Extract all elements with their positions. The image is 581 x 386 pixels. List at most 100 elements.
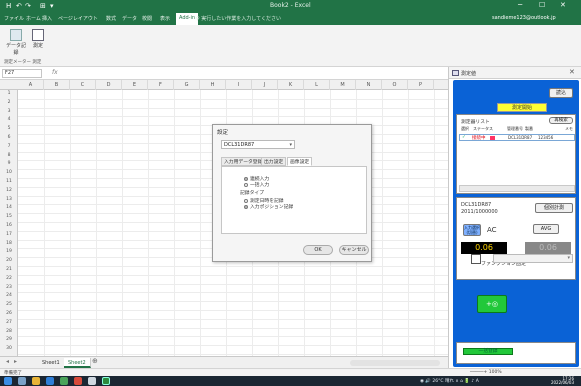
tab-file[interactable]: ファイル: [4, 15, 24, 22]
tell-me-search[interactable]: ♀ 実行したい作業を入力してください: [196, 15, 281, 22]
row-header-29[interactable]: 29: [0, 337, 18, 342]
start-measure-button[interactable]: 測定開始: [497, 103, 547, 112]
data-record-button[interactable]: データ記録: [6, 27, 26, 56]
row-header-10[interactable]: 10: [0, 170, 18, 175]
sheet-horizontal-scrollbar[interactable]: [350, 360, 440, 366]
minimize-button[interactable]: ─: [518, 1, 522, 9]
column-header-p[interactable]: P: [408, 80, 434, 90]
excel-taskbar-icon[interactable]: [102, 377, 110, 385]
row-header-25[interactable]: 25: [0, 302, 18, 307]
column-header-l[interactable]: L: [304, 80, 330, 90]
explorer-icon[interactable]: [32, 377, 40, 385]
row-header-1[interactable]: 1: [0, 91, 18, 96]
column-header-h[interactable]: H: [200, 80, 226, 90]
row-header-28[interactable]: 28: [0, 329, 18, 334]
prev-sheet-icon[interactable]: ◂: [6, 358, 9, 365]
row-header-4[interactable]: 4: [0, 117, 18, 122]
tab-image-settings[interactable]: 画像設定: [287, 157, 313, 166]
column-header-d[interactable]: D: [96, 80, 122, 90]
function-select[interactable]: ▾: [493, 254, 573, 263]
measure-button[interactable]: 測定: [28, 27, 48, 55]
tab-output-settings[interactable]: 出力設定: [261, 157, 287, 166]
row-header-23[interactable]: 23: [0, 285, 18, 290]
row-header-7[interactable]: 7: [0, 144, 18, 149]
row-header-3[interactable]: 3: [0, 109, 18, 114]
fx-icon[interactable]: fx: [52, 69, 58, 76]
column-header-i[interactable]: I: [226, 80, 252, 90]
row-header-2[interactable]: 2: [0, 100, 18, 105]
store-icon[interactable]: [60, 377, 68, 385]
app-icon[interactable]: [88, 377, 96, 385]
row-header-26[interactable]: 26: [0, 311, 18, 316]
maximize-button[interactable]: ☐: [539, 1, 545, 9]
edge-icon[interactable]: [46, 377, 54, 385]
row-header-14[interactable]: 14: [0, 205, 18, 210]
save-icon[interactable]: H: [6, 2, 11, 10]
table-row[interactable]: ✓ 接続中 DCL31DR87 123456: [459, 134, 575, 141]
checkbox-icon[interactable]: ✓: [462, 135, 466, 140]
row-header-17[interactable]: 17: [0, 232, 18, 237]
load-button[interactable]: 読込: [549, 88, 573, 98]
tab-data[interactable]: データ: [122, 15, 137, 22]
customize-dropdown-icon[interactable]: ▾: [50, 2, 54, 10]
row-header-22[interactable]: 22: [0, 276, 18, 281]
row-header-8[interactable]: 8: [0, 153, 18, 158]
tab-view[interactable]: 表示: [160, 15, 170, 22]
close-icon[interactable]: ✕: [569, 68, 575, 76]
close-button[interactable]: ✕: [560, 1, 566, 9]
option-batch[interactable]: 一括入力: [244, 181, 269, 188]
undo-icon[interactable]: ↶: [16, 2, 22, 10]
column-header-j[interactable]: J: [252, 80, 278, 90]
zoom-slider[interactable]: ─────+ 100%: [470, 370, 502, 375]
tab-review[interactable]: 校閲: [142, 15, 152, 22]
column-header-f[interactable]: F: [148, 80, 174, 90]
row-header-15[interactable]: 15: [0, 214, 18, 219]
row-header-11[interactable]: 11: [0, 179, 18, 184]
add-sheet-icon[interactable]: ⊕: [92, 357, 98, 365]
tab-page-layout[interactable]: ページレイアウト: [58, 15, 98, 22]
column-header-n[interactable]: N: [356, 80, 382, 90]
column-header-g[interactable]: G: [174, 80, 200, 90]
row-header-5[interactable]: 5: [0, 126, 18, 131]
system-tray[interactable]: ◉ 🔊 26°C 晴れ ∧ ⌂ 🔋 ♪ A: [420, 378, 479, 384]
function-fixed-checkbox[interactable]: [471, 254, 481, 264]
option-record-position[interactable]: 入力ポジション記録: [244, 203, 293, 210]
device-select[interactable]: DCL31DR87 ▾: [221, 140, 295, 149]
horizontal-scrollbar[interactable]: [459, 185, 575, 192]
batch-register-button[interactable]: 一括登録: [463, 348, 513, 355]
search-icon[interactable]: [18, 377, 26, 385]
column-header-k[interactable]: K: [278, 80, 304, 90]
column-header-c[interactable]: C: [70, 80, 96, 90]
ok-button[interactable]: OK: [303, 245, 333, 255]
row-header-13[interactable]: 13: [0, 197, 18, 202]
redo-icon[interactable]: ↷: [25, 2, 31, 10]
tab-insert[interactable]: 挿入: [42, 15, 52, 22]
column-header-b[interactable]: B: [44, 80, 70, 90]
column-header-a[interactable]: A: [18, 80, 44, 90]
tab-formulas[interactable]: 数式: [106, 15, 116, 22]
tab-home[interactable]: ホーム: [26, 15, 41, 22]
row-header-12[interactable]: 12: [0, 188, 18, 193]
row-header-30[interactable]: 30: [0, 346, 18, 351]
account-name[interactable]: sandieme123@outlook.jp: [492, 15, 556, 21]
start-icon[interactable]: [4, 377, 12, 385]
row-header-18[interactable]: 18: [0, 241, 18, 246]
row-header-21[interactable]: 21: [0, 267, 18, 272]
row-header-24[interactable]: 24: [0, 293, 18, 298]
add-button[interactable]: +◎: [477, 295, 507, 313]
row-header-20[interactable]: 20: [0, 258, 18, 263]
mail-icon[interactable]: [74, 377, 82, 385]
row-header-27[interactable]: 27: [0, 320, 18, 325]
name-box[interactable]: F27: [2, 69, 42, 78]
mode-toggle-button[interactable]: 入力選択 (切替): [463, 224, 481, 236]
individual-measure-button[interactable]: 個別計測: [535, 203, 573, 213]
row-header-19[interactable]: 19: [0, 249, 18, 254]
column-header-e[interactable]: E: [122, 80, 148, 90]
next-sheet-icon[interactable]: ▸: [14, 358, 17, 365]
cancel-button[interactable]: キャンセル: [339, 245, 369, 255]
row-header-6[interactable]: 6: [0, 135, 18, 140]
sheet-tab-1[interactable]: Sheet1: [38, 358, 65, 368]
tab-addin[interactable]: Add-in: [176, 13, 199, 25]
refresh-button[interactable]: 再検索: [549, 117, 573, 124]
avg-select[interactable]: AVG: [533, 224, 559, 234]
